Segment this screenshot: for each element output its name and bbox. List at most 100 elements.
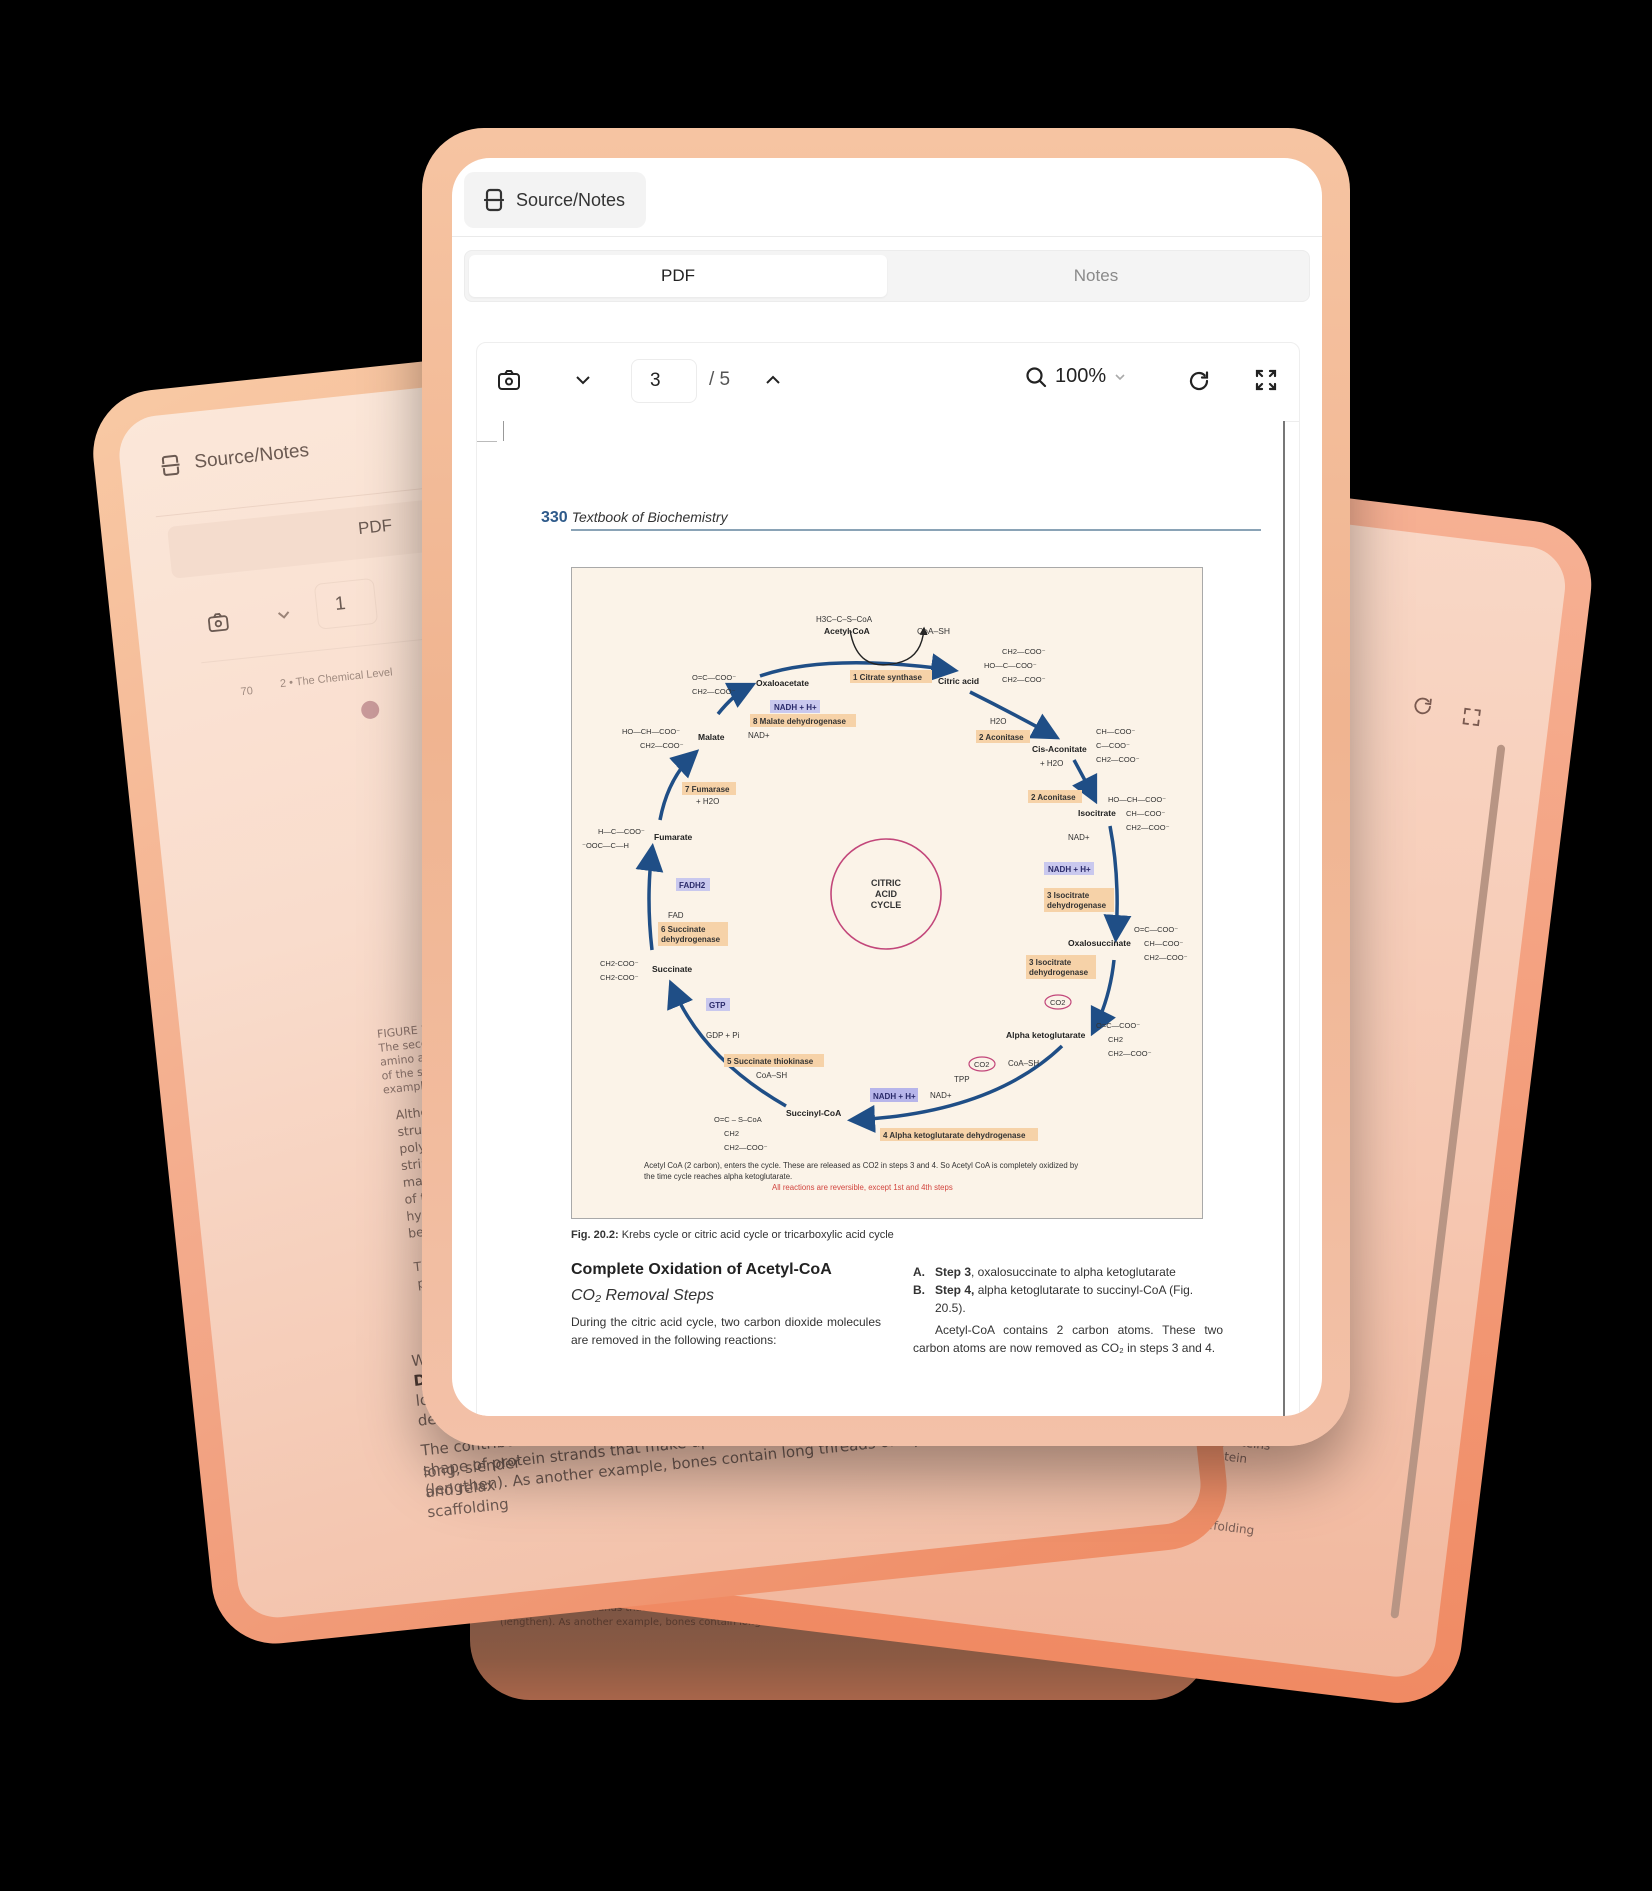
ghost-header-label: Source/Notes	[193, 439, 310, 473]
cofactor-label: CO2	[1050, 998, 1065, 1007]
enzyme-label: 2 Aconitase	[1031, 793, 1076, 802]
section-body: During the citric acid cycle, two carbon…	[571, 1315, 881, 1347]
page-number: 330	[541, 509, 568, 526]
figure-note: Acetyl CoA (2 carbon), enters the cycle.…	[644, 1161, 1078, 1170]
chevron-down-icon	[1115, 373, 1125, 380]
search-icon	[1026, 366, 1047, 387]
formula-line: CH2—COO⁻	[1126, 823, 1170, 832]
cofactor-label: NAD+	[1068, 833, 1090, 842]
formula-line: CH—COO⁻	[1126, 809, 1165, 818]
krebs-cycle-figure: CITRIC ACID CYCLE H3C–C–S–CoA Acetyl-CoA…	[571, 567, 1203, 1219]
cofactor-label: TPP	[954, 1075, 970, 1084]
cofactor-label: GDP + Pi	[706, 1031, 740, 1040]
center-label: ACID	[875, 889, 897, 899]
formula-line: CH2—COO⁻	[1096, 755, 1140, 764]
enzyme-label: 7 Fumarase	[685, 785, 730, 794]
list-item: B. Step 4, alpha ketoglutarate to succin…	[913, 1281, 1223, 1317]
source-notes-title: Source/Notes	[516, 189, 626, 210]
enzyme-label: dehydrogenase	[1029, 968, 1089, 977]
center-label: CYCLE	[871, 900, 902, 910]
fullscreen-button[interactable]	[1255, 369, 1277, 391]
cofactor-label: + H2O	[696, 797, 719, 806]
formula-line: H—C—COO⁻	[598, 827, 645, 836]
enzyme-label: dehydrogenase	[661, 935, 721, 944]
header-divider	[452, 236, 1322, 237]
list-bold: Step 4,	[935, 1283, 975, 1297]
page-edge	[477, 441, 497, 442]
enzyme-label: 1 Citrate synthase	[853, 673, 922, 682]
tab-notes[interactable]: Notes	[887, 255, 1305, 297]
chevron-up-icon	[766, 375, 780, 384]
arrow-step3a	[1103, 825, 1132, 943]
expand-icon	[1459, 705, 1484, 734]
formula: H3C–C–S–CoA	[816, 615, 873, 624]
cofactor-label: CO2	[974, 1060, 989, 1069]
page-number-input[interactable]: 3	[631, 359, 697, 403]
zoom-dropdown[interactable]: 100%	[1025, 365, 1126, 388]
ghost-badge	[360, 699, 381, 720]
list-body: , oxalosuccinate to alpha ketoglutarate	[971, 1265, 1176, 1279]
cofactor-label: NADH + H+	[1048, 865, 1091, 874]
enzyme-label: 5 Succinate thiokinase	[727, 1057, 814, 1066]
cofactor-label: NADH + H+	[873, 1092, 916, 1101]
formula-line: HO—CH—COO⁻	[1108, 795, 1166, 804]
formula-line: CH2—COO⁻	[1108, 1049, 1152, 1058]
chevron-down-icon	[576, 376, 590, 385]
formula-line: O=C – S–CoA	[714, 1115, 762, 1124]
enzyme-label: 3 Isocitrate	[1029, 958, 1072, 967]
center-label: CITRIC	[871, 878, 901, 888]
section-subtitle: CO₂ Removal Steps	[571, 1287, 715, 1304]
pdf-page: 330 Textbook of Biochemistry CITRIC ACID…	[477, 421, 1285, 1416]
scrollbar[interactable]	[1390, 744, 1506, 1619]
header-rule	[571, 529, 1261, 531]
formula-line: CH2-COO⁻	[600, 973, 639, 982]
source-notes-panel: Source/Notes PDF Notes 3 / 5 100% 330 Te…	[452, 158, 1322, 1416]
enzyme-label: dehydrogenase	[1047, 901, 1107, 910]
ghost-tab-pdf: PDF	[357, 515, 394, 539]
formula-line: O=C—COO⁻	[692, 673, 736, 682]
chevron-down-icon	[276, 607, 292, 626]
zoom-level: 100%	[1055, 365, 1107, 387]
list-marker: B.	[913, 1283, 925, 1297]
intermediate-succinate: Succinate	[652, 964, 692, 974]
arrow-step2a	[969, 690, 1061, 740]
cofactor-label: GTP	[709, 1001, 726, 1010]
section-title: Complete Oxidation of Acetyl-CoA	[571, 1261, 832, 1278]
cofactor-label: FADH2	[679, 881, 706, 890]
next-page-button[interactable]	[765, 375, 781, 385]
arrow-step6	[635, 843, 664, 951]
list-bold: Step 3	[935, 1265, 972, 1279]
cofactor-label: FAD	[668, 911, 684, 920]
ghost-page-input: 1	[313, 577, 379, 630]
list-item: A. Step 3, oxalosuccinate to alpha ketog…	[913, 1263, 1223, 1281]
source-notes-header[interactable]: Source/Notes	[464, 172, 646, 228]
figure-caption-text: Krebs cycle or citric acid cycle or tric…	[621, 1229, 894, 1241]
krebs-cycle-diagram: CITRIC ACID CYCLE H3C–C–S–CoA Acetyl-CoA…	[582, 615, 1188, 1192]
page-total: / 5	[709, 369, 731, 390]
formula-line: CH2—COO⁻	[1144, 953, 1188, 962]
list-text: Step 4, alpha ketoglutarate to succinyl-…	[935, 1281, 1223, 1317]
intermediate-isocitrate: Isocitrate	[1078, 808, 1116, 818]
cofactor-label: H2O	[990, 717, 1006, 726]
list-marker: A.	[913, 1265, 925, 1279]
screenshot-button[interactable]	[497, 369, 521, 391]
figure-note: the time cycle reaches alpha ketoglutara…	[644, 1172, 792, 1181]
ghost-page-number: 70	[240, 685, 254, 699]
tab-pdf[interactable]: PDF	[469, 255, 887, 297]
page-scrollbar[interactable]	[1283, 421, 1285, 1416]
formula-line: CH—COO⁻	[1096, 727, 1135, 736]
cofactor-label: + H2O	[1040, 759, 1063, 768]
stage: denaturation is the curdling of milk whe…	[0, 0, 1652, 1891]
previous-page-button[interactable]	[575, 375, 591, 385]
list-body: alpha ketoglutarate to succinyl-CoA (Fig…	[935, 1283, 1194, 1315]
running-head: 330 Textbook of Biochemistry	[541, 509, 728, 527]
intermediate-acetyl-coa: Acetyl-CoA	[824, 626, 870, 636]
formula-line: ⁻OOC—C—H	[582, 841, 629, 850]
expand-icon	[1255, 369, 1277, 391]
rotate-button[interactable]	[1187, 369, 1211, 393]
intermediate-fumarate: Fumarate	[654, 832, 693, 842]
ghost-header: Source/Notes	[159, 440, 310, 477]
formula-line: CH2—COO⁻	[692, 687, 736, 696]
panel-split-icon	[484, 188, 504, 212]
reversible-note: All reactions are reversible, except 1st…	[772, 1183, 953, 1192]
